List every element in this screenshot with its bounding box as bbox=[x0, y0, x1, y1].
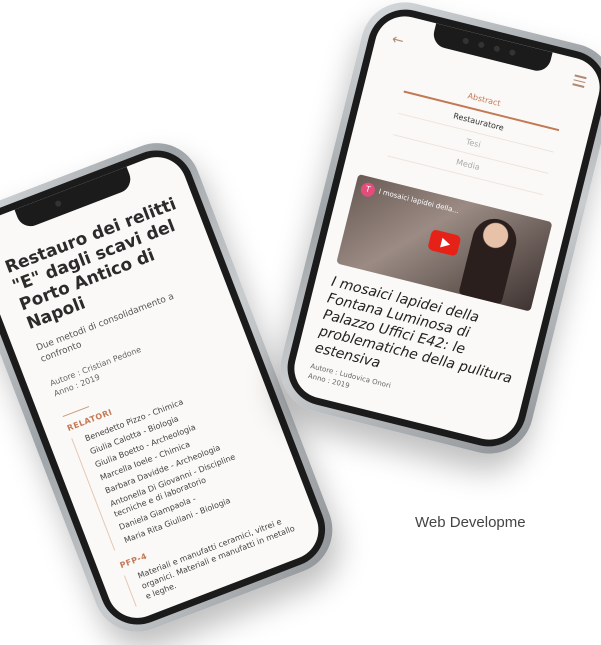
channel-avatar: T bbox=[359, 181, 377, 199]
camera-icon bbox=[462, 37, 470, 45]
caption-text: Web Developme bbox=[415, 514, 526, 531]
hamburger-menu-icon[interactable] bbox=[572, 74, 587, 90]
phone-screen: ← Abstract Restauratore Tesi Media T I m… bbox=[287, 10, 601, 446]
sensor-icon bbox=[508, 48, 517, 57]
video-thumbnail-person bbox=[458, 214, 521, 305]
relatori-list: Benedetto Pizzo - Chimica Giulia Calotta… bbox=[71, 373, 285, 551]
camera-icon bbox=[54, 199, 63, 208]
sensor-icon bbox=[493, 45, 501, 53]
back-arrow-icon[interactable]: ← bbox=[390, 31, 405, 49]
video-title: I mosaici lapidei della... bbox=[377, 187, 460, 216]
tab-bar: Abstract Restauratore Tesi Media bbox=[387, 70, 565, 196]
thesis-detail: Restauro dei relitti "E" dagli scavi del… bbox=[2, 194, 306, 607]
play-icon[interactable] bbox=[427, 228, 462, 257]
sensor-icon bbox=[477, 41, 485, 49]
divider bbox=[62, 406, 90, 418]
right-phone-mockup: ← Abstract Restauratore Tesi Media T I m… bbox=[271, 0, 601, 463]
